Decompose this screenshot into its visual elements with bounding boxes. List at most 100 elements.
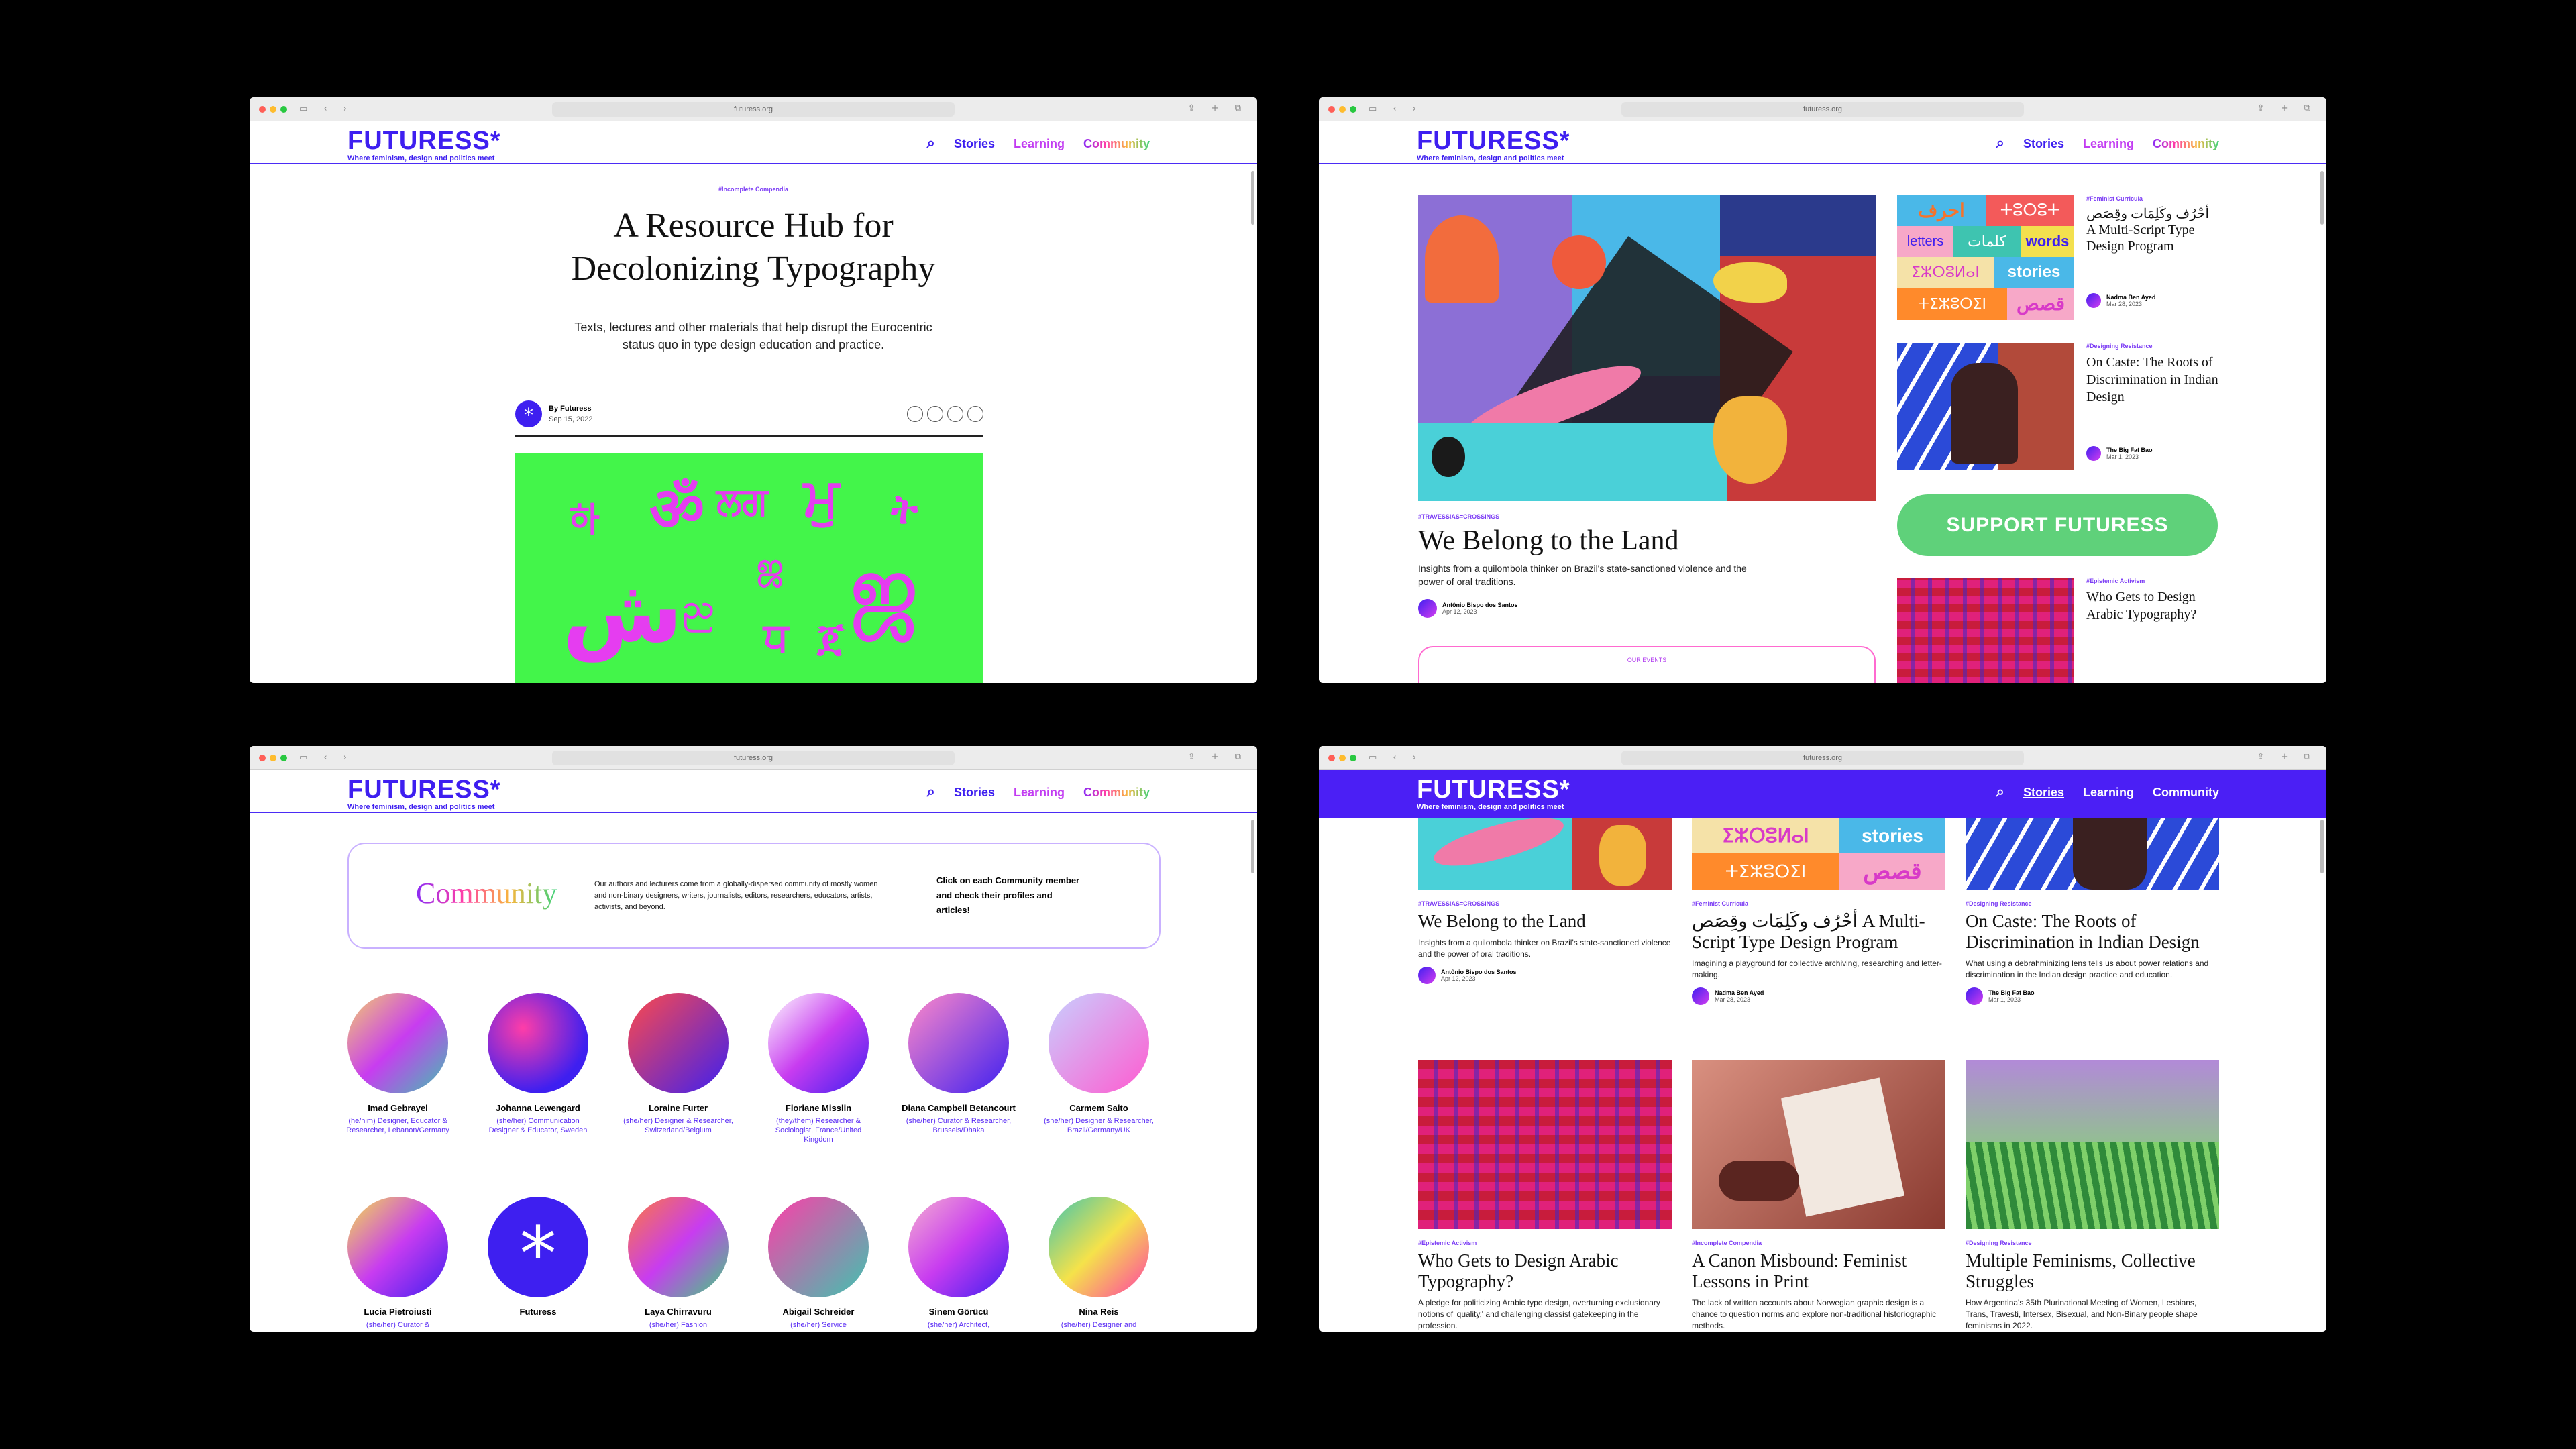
- member-name[interactable]: Diana Campbell Betancourt: [902, 1103, 1016, 1114]
- member-name[interactable]: Floriane Misslin: [761, 1103, 875, 1114]
- community-member[interactable]: Imad Gebrayel (he/him) Designer, Educator…: [341, 993, 455, 1135]
- story-card[interactable]: #Incomplete Compendia A Canon Misbound: …: [1692, 1060, 1945, 1332]
- story-title[interactable]: Multiple Feminisms, Collective Struggles: [1966, 1250, 2219, 1292]
- story-title[interactable]: A Canon Misbound: Feminist Lessons in Pr…: [1692, 1250, 1945, 1292]
- side-image-2[interactable]: [1897, 343, 2074, 470]
- member-name[interactable]: Laya Chirravuru: [621, 1307, 735, 1318]
- avatar[interactable]: [768, 1197, 869, 1297]
- twitter-icon[interactable]: [907, 406, 923, 422]
- nav-stories[interactable]: Stories: [954, 786, 995, 800]
- story-image[interactable]: [1418, 1060, 1672, 1229]
- address-bar[interactable]: futuress.org: [1621, 102, 2024, 117]
- side-author[interactable]: The Big Fat Bao Mar 1, 2023: [2086, 446, 2220, 461]
- link-icon[interactable]: [967, 406, 983, 422]
- story-tag[interactable]: #Designing Resistance: [1966, 900, 2219, 907]
- side-title[interactable]: أحْرُف وكَلِمَات وقِصَص A Multi-Script T…: [2086, 206, 2220, 254]
- avatar[interactable]: [1418, 599, 1437, 618]
- story-card[interactable]: ⵉⵣⵔⵓⵍⴰⵏ stories ⵜⵉⵣⵓⵔⵉⵏ قصص #Feminist Cu…: [1692, 818, 1945, 1005]
- story-card[interactable]: #Designing Resistance Multiple Feminisms…: [1966, 1060, 2219, 1332]
- facebook-icon[interactable]: [927, 406, 943, 422]
- search-icon[interactable]: ⌕: [1996, 785, 2004, 800]
- nav-learning[interactable]: Learning: [1014, 786, 1065, 800]
- community-member[interactable]: Sinem Görücü (she/her) Architect,: [902, 1197, 1016, 1330]
- address-bar[interactable]: futuress.org: [552, 751, 955, 765]
- minimize-dot[interactable]: [270, 754, 276, 761]
- close-dot[interactable]: [1328, 754, 1335, 761]
- member-name[interactable]: Lucia Pietroiusti: [341, 1307, 455, 1318]
- scrollbar[interactable]: [2320, 171, 2324, 225]
- feature-tag[interactable]: #TRAVESSIAS=CROSSINGS: [1418, 513, 1747, 520]
- member-name[interactable]: Nina Reis: [1042, 1307, 1156, 1318]
- address-bar[interactable]: futuress.org: [1621, 751, 2024, 765]
- nav-community[interactable]: Community: [1083, 786, 1150, 800]
- scrollbar[interactable]: [1251, 820, 1254, 873]
- nav-learning[interactable]: Learning: [1014, 137, 1065, 151]
- minimize-dot[interactable]: [1339, 105, 1346, 113]
- nav-stories[interactable]: Stories: [2023, 786, 2064, 800]
- story-image[interactable]: ⵉⵣⵔⵓⵍⴰⵏ stories ⵜⵉⵣⵓⵔⵉⵏ قصص: [1692, 818, 1945, 890]
- window-controls[interactable]: [259, 754, 287, 761]
- email-icon[interactable]: [947, 406, 963, 422]
- avatar[interactable]: [628, 993, 729, 1093]
- nav-stories[interactable]: Stories: [2023, 137, 2064, 151]
- story-image[interactable]: [1692, 1060, 1945, 1229]
- community-member[interactable]: Johanna Lewengard (she/her) Communication…: [481, 993, 595, 1135]
- community-member[interactable]: Diana Campbell Betancourt (she/her) Curat…: [902, 993, 1016, 1135]
- story-author[interactable]: The Big Fat Bao Mar 1, 2023: [1966, 987, 2219, 1005]
- story-title[interactable]: We Belong to the Land: [1418, 911, 1672, 932]
- nav-learning[interactable]: Learning: [2083, 786, 2134, 800]
- story-image[interactable]: [1418, 818, 1672, 890]
- story-tag[interactable]: #Epistemic Activism: [1418, 1240, 1672, 1246]
- avatar[interactable]: [1049, 993, 1149, 1093]
- story-card[interactable]: #Designing Resistance On Caste: The Root…: [1966, 818, 2219, 1005]
- avatar[interactable]: [347, 993, 448, 1093]
- share-tabs-icons[interactable]: ⇪ + ⧉: [2257, 752, 2317, 762]
- author-name[interactable]: By Futuress: [549, 405, 592, 413]
- search-icon[interactable]: ⌕: [927, 785, 935, 800]
- nav-arrows-icon[interactable]: ▭ ‹ ›: [1368, 753, 1423, 763]
- nav-arrows-icon[interactable]: ▭ ‹ ›: [1368, 104, 1423, 114]
- community-member[interactable]: Carmem Saito (she/her) Designer & Researc…: [1042, 993, 1156, 1135]
- side-tag[interactable]: #Epistemic Activism: [2086, 578, 2220, 584]
- story-tag[interactable]: #Feminist Curricula: [1692, 900, 1945, 907]
- member-name[interactable]: Abigail Schreider: [761, 1307, 875, 1318]
- avatar[interactable]: [628, 1197, 729, 1297]
- member-name[interactable]: Futuress: [481, 1307, 595, 1318]
- story-image[interactable]: [1966, 818, 2219, 890]
- avatar[interactable]: [347, 1197, 448, 1297]
- story-image[interactable]: [1966, 1060, 2219, 1229]
- close-dot[interactable]: [1328, 105, 1335, 113]
- feature-title[interactable]: We Belong to the Land: [1418, 524, 1747, 557]
- minimize-dot[interactable]: [1339, 754, 1346, 761]
- community-member[interactable]: Laya Chirravuru (she/her) Fashion: [621, 1197, 735, 1330]
- close-dot[interactable]: [259, 754, 266, 761]
- member-name[interactable]: Loraine Furter: [621, 1103, 735, 1114]
- zoom-dot[interactable]: [1350, 105, 1356, 113]
- member-name[interactable]: Imad Gebrayel: [341, 1103, 455, 1114]
- member-name[interactable]: Sinem Görücü: [902, 1307, 1016, 1318]
- story-tag[interactable]: #Designing Resistance: [1966, 1240, 2219, 1246]
- nav-stories[interactable]: Stories: [954, 137, 995, 151]
- avatar[interactable]: [768, 993, 869, 1093]
- community-member[interactable]: Loraine Furter (she/her) Designer & Resea…: [621, 993, 735, 1135]
- community-member[interactable]: Lucia Pietroiusti (she/her) Curator &: [341, 1197, 455, 1330]
- story-card[interactable]: #Epistemic Activism Who Gets to Design A…: [1418, 1060, 1672, 1332]
- share-tabs-icons[interactable]: ⇪ + ⧉: [1188, 103, 1248, 113]
- story-author[interactable]: Nadma Ben Ayed Mar 28, 2023: [1692, 987, 1945, 1005]
- community-member[interactable]: Abigail Schreider (she/her) Service: [761, 1197, 875, 1330]
- community-member[interactable]: Nina Reis (she/her) Designer and: [1042, 1197, 1156, 1330]
- side-author[interactable]: Nadma Ben Ayed Mar 28, 2023: [2086, 293, 2220, 308]
- scrollbar[interactable]: [2320, 820, 2324, 873]
- side-title[interactable]: Who Gets to Design Arabic Typography?: [2086, 588, 2220, 623]
- nav-arrows-icon[interactable]: ▭ ‹ ›: [299, 104, 354, 114]
- side-tag[interactable]: #Feminist Curricula: [2086, 195, 2220, 202]
- futuress-avatar[interactable]: *: [515, 400, 542, 427]
- window-controls[interactable]: [1328, 754, 1356, 761]
- site-logo[interactable]: FUTURESS* Where feminism, design and poli…: [347, 128, 501, 162]
- side-image-1[interactable]: احرف ⵜⵓⵔⵓⵜ letters كلمات words stories ⵉ…: [1897, 195, 2074, 320]
- side-image-3[interactable]: [1897, 578, 2074, 683]
- share-tabs-icons[interactable]: ⇪ + ⧉: [1188, 752, 1248, 762]
- site-logo[interactable]: FUTURESS* Where feminism, design and poli…: [1417, 777, 1570, 811]
- article-tag[interactable]: #Incomplete Compendia: [250, 186, 1257, 193]
- member-name[interactable]: Johanna Lewengard: [481, 1103, 595, 1114]
